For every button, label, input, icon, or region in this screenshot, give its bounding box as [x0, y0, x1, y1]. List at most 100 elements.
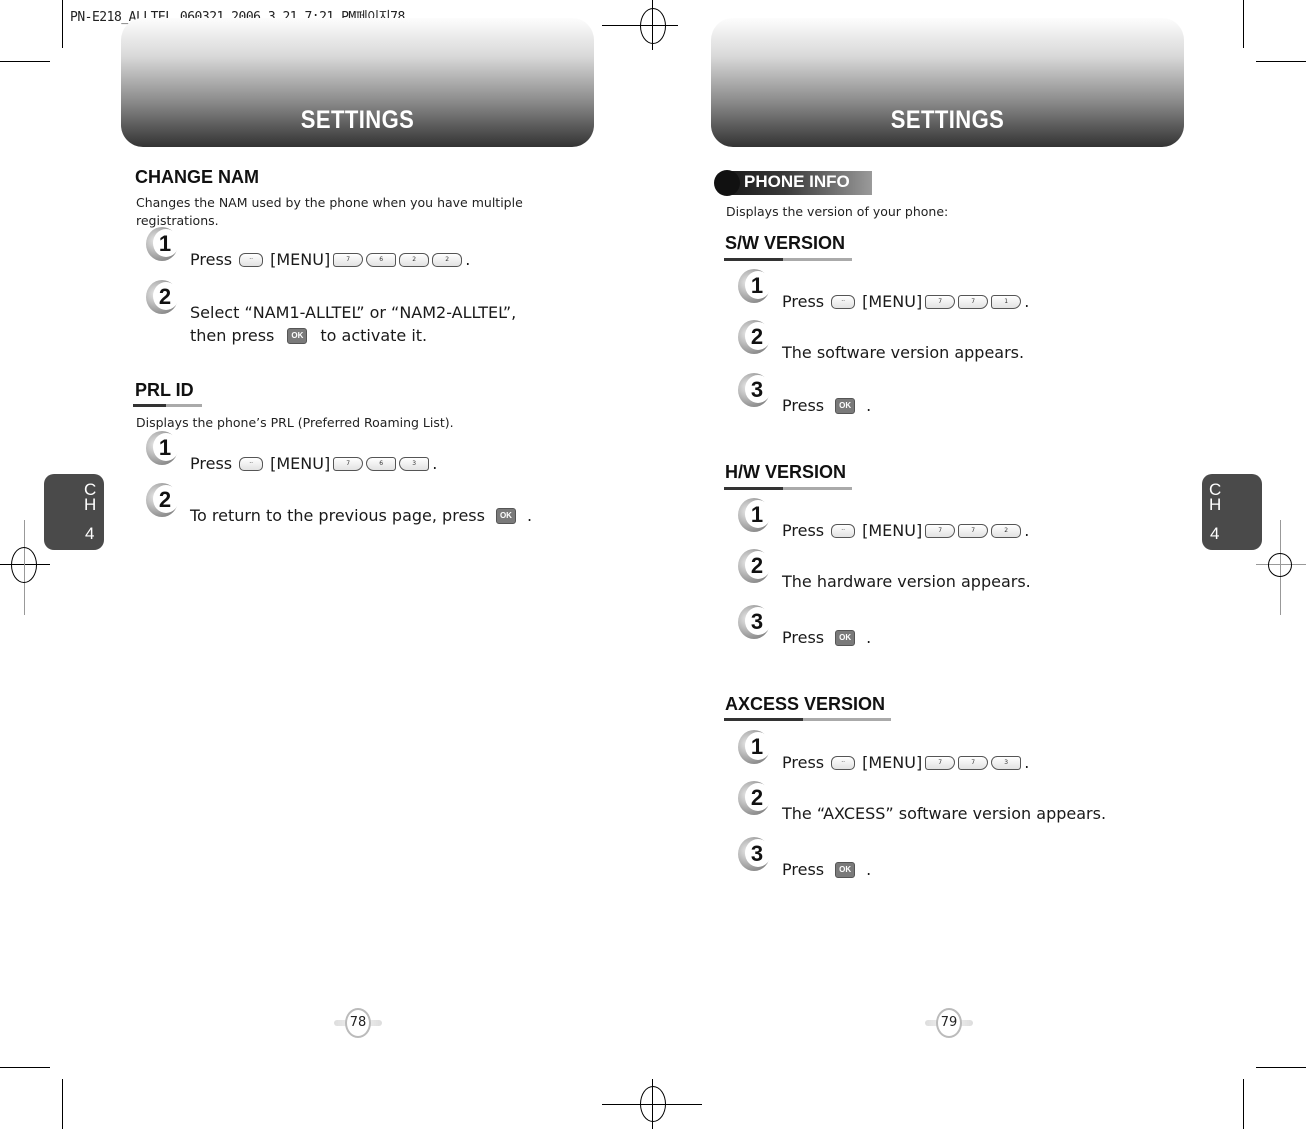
chapter-tab-left: C H 4 — [44, 474, 104, 550]
section-underline — [724, 718, 891, 721]
key-6-icon: 6 — [366, 456, 397, 471]
crop-mark — [1256, 1067, 1306, 1068]
crop-mark — [0, 61, 50, 62]
section-underline — [724, 487, 852, 490]
section-title-sw-version: S/W VERSION — [725, 233, 846, 253]
step-text: to activate it. — [320, 326, 428, 345]
step-text: Press — [782, 628, 825, 647]
step-number-badge: 1 — [738, 498, 771, 532]
key-2-icon: 2 — [432, 252, 463, 267]
step-suffix: . — [1024, 292, 1030, 311]
header-banner-right: SETTINGS — [711, 18, 1184, 147]
section-description: Changes the NAM used by the phone when y… — [136, 195, 523, 228]
step-text: The “AXCESS” software version appears. — [782, 804, 1107, 823]
menu-label: [MENU] — [270, 454, 331, 473]
step-suffix: . — [1024, 753, 1030, 772]
step-text: The hardware version appears. — [782, 572, 1031, 591]
chapter-tab-number: 4 — [1210, 524, 1220, 543]
crop-mark — [1243, 1079, 1244, 1129]
key-2-icon: 2 — [399, 252, 430, 267]
chapter-tab-h: H — [84, 495, 97, 514]
step-suffix: . — [526, 506, 533, 525]
menu-key-icon: ·· — [831, 755, 856, 770]
step-text: The software version appears. — [782, 343, 1025, 362]
step-text: To return to the previous page, press — [190, 506, 485, 525]
key-2-icon: 2 — [991, 523, 1022, 538]
crop-mark — [1243, 0, 1244, 48]
step-number-badge: 1 — [146, 431, 179, 465]
crop-mark — [0, 1067, 50, 1068]
section-underline — [133, 404, 202, 407]
step-number-badge: 3 — [738, 605, 771, 639]
section-description: Displays the version of your phone: — [726, 204, 949, 219]
header-banner-left: SETTINGS — [121, 18, 594, 147]
menu-label: [MENU] — [862, 753, 923, 772]
section-title-change-nam: CHANGE NAM — [135, 167, 259, 187]
key-7-icon: 7 — [958, 755, 989, 770]
ok-key-icon: OK — [495, 507, 516, 524]
crop-mark — [1256, 61, 1306, 62]
key-7-icon: 7 — [925, 523, 956, 538]
step-text: Press — [782, 396, 825, 415]
step-suffix: . — [432, 454, 438, 473]
menu-key-icon: ·· — [831, 523, 856, 538]
step-text: Press — [782, 753, 825, 772]
menu-label: [MENU] — [862, 521, 923, 540]
step-number-badge: 1 — [146, 227, 179, 261]
page-number-text: 78 — [345, 1008, 371, 1038]
step-number-badge: 2 — [738, 781, 771, 815]
step-text: Press — [782, 292, 825, 311]
chapter-tab-right: C H 4 — [1202, 474, 1262, 550]
crop-mark — [62, 1079, 63, 1129]
menu-label: [MENU] — [862, 292, 923, 311]
step-number-badge: 2 — [738, 320, 771, 354]
step-number-badge: 1 — [738, 730, 771, 764]
step-text: Press — [190, 250, 233, 269]
step-suffix: . — [866, 396, 872, 415]
step-number-badge: 2 — [146, 483, 179, 517]
step-number-badge: 3 — [738, 837, 771, 871]
key-7-icon: 7 — [925, 755, 956, 770]
section-description: Displays the phone’s PRL (Preferred Roam… — [136, 415, 454, 430]
key-6-icon: 6 — [366, 252, 397, 267]
section-underline — [724, 258, 852, 261]
page-number-left: 78 — [334, 1008, 382, 1038]
step-number-badge: 3 — [738, 373, 771, 407]
step-suffix: . — [465, 250, 471, 269]
ok-key-icon: OK — [287, 327, 308, 344]
page-title: SETTINGS — [890, 106, 1005, 134]
step-suffix: . — [866, 860, 872, 879]
step-number-badge: 2 — [738, 549, 771, 583]
menu-key-icon: ·· — [831, 294, 856, 309]
menu-key-icon: ·· — [239, 456, 264, 471]
key-3-icon: 3 — [991, 755, 1022, 770]
step-text: Press — [782, 521, 825, 540]
step-suffix: . — [866, 628, 872, 647]
step-number-badge: 1 — [738, 269, 771, 303]
section-title-axcess-version: AXCESS VERSION — [725, 694, 886, 714]
chapter-tab-number: 4 — [85, 524, 95, 543]
step-text: Press — [782, 860, 825, 879]
step-text: then press — [190, 326, 275, 345]
step-suffix: . — [1024, 521, 1030, 540]
section-title-hw-version: H/W VERSION — [725, 462, 847, 482]
key-7-icon: 7 — [958, 523, 989, 538]
key-3-icon: 3 — [399, 456, 430, 471]
crop-mark — [62, 0, 63, 48]
page-number-text: 79 — [936, 1008, 962, 1038]
step-number-badge: 2 — [146, 280, 179, 314]
page-title: SETTINGS — [300, 106, 415, 134]
key-7-icon: 7 — [925, 294, 956, 309]
step-text: Press — [190, 454, 233, 473]
key-1-icon: 1 — [991, 294, 1022, 309]
key-7-icon: 7 — [958, 294, 989, 309]
ok-key-icon: OK — [835, 397, 856, 414]
key-7-icon: 7 — [333, 456, 364, 471]
key-7-icon: 7 — [333, 252, 364, 267]
step-text: Select “NAM1-ALLTEL” or “NAM2-ALLTEL”, — [190, 303, 517, 322]
page-number-right: 79 — [925, 1008, 973, 1038]
ok-key-icon: OK — [835, 861, 856, 878]
menu-label: [MENU] — [270, 250, 331, 269]
ok-key-icon: OK — [835, 629, 856, 646]
menu-key-icon: ·· — [239, 252, 264, 267]
